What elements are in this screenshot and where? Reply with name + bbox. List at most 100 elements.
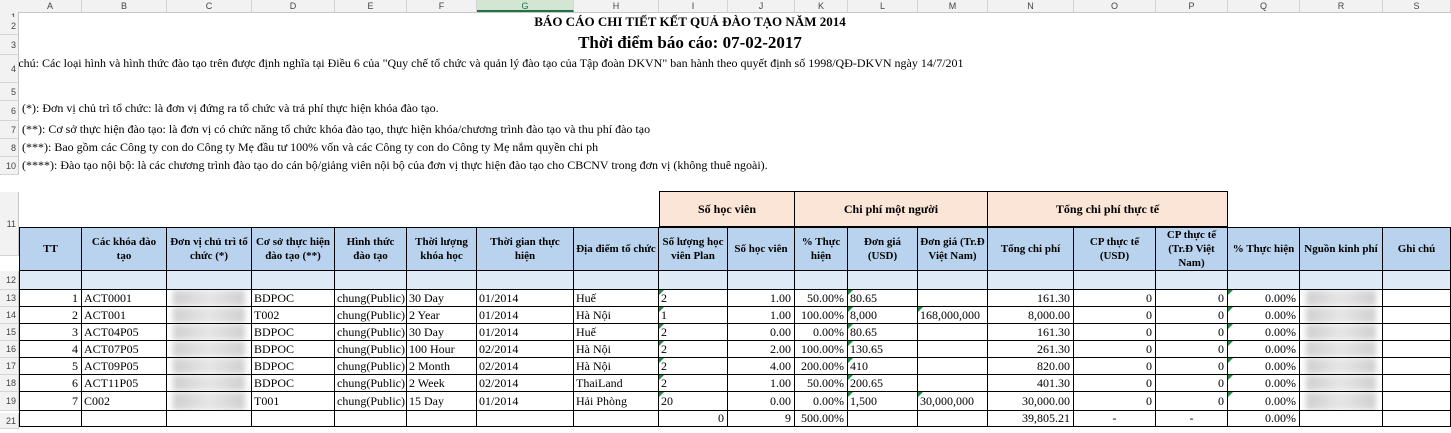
cell-pct: 50.00% [795, 375, 848, 392]
comment-indicator-icon [848, 392, 853, 397]
blank-row-cell [407, 271, 477, 290]
column-header-h[interactable]: H [574, 0, 659, 12]
row-header-18[interactable]: 18 [0, 375, 19, 392]
column-header-j[interactable]: J [728, 0, 795, 12]
column-header-e[interactable]: E [335, 0, 407, 12]
cell-form: chung(Public) [335, 290, 407, 307]
redacted-block [173, 341, 245, 357]
row-header-3[interactable]: 3 [0, 35, 19, 55]
cell-unit-vnd [918, 341, 988, 358]
total-cp-vnd: - [1156, 411, 1228, 427]
cell-form: chung(Public) [335, 392, 407, 411]
cell-cp-usd: 0 [1074, 324, 1156, 341]
cell-course: ACT11P05 [82, 375, 167, 392]
column-header-i[interactable]: I [659, 0, 728, 12]
cell-time: 02/2014 [477, 358, 574, 375]
column-header-c[interactable]: C [167, 0, 252, 12]
blank-row-cell [848, 271, 918, 290]
column-header-p[interactable]: P [1156, 0, 1228, 12]
note-cell [1383, 392, 1451, 411]
host-unit-cell [167, 307, 252, 324]
row-header-14[interactable]: 14 [0, 307, 19, 324]
blank-row-cell [1074, 271, 1156, 290]
cell-form: chung(Public) [335, 324, 407, 341]
comment-indicator-icon [659, 358, 664, 363]
column-header-q[interactable]: Q [1228, 0, 1300, 12]
cell-tt: 4 [19, 341, 82, 358]
cell-pct-total: 0.00% [1228, 375, 1300, 392]
row-header-13[interactable]: 13 [0, 290, 19, 307]
cell-total: 8,000.00 [988, 307, 1074, 324]
cell-tt: 2 [19, 307, 82, 324]
column-header-a[interactable]: A [19, 0, 82, 12]
row-header-8[interactable]: 8 [0, 139, 19, 157]
cell-pct: 0.00% [795, 324, 848, 341]
row-header-2[interactable]: 2 [0, 17, 19, 35]
row-header-6[interactable]: 6 [0, 101, 19, 121]
column-header-s[interactable]: S [1383, 0, 1451, 12]
cell-duration: 100 Hour [407, 341, 477, 358]
group-students: Số học viên [659, 191, 795, 227]
cell-provider: BDPOC [252, 375, 335, 392]
column-header-l[interactable]: L [848, 0, 918, 12]
comment-indicator-icon [848, 290, 853, 295]
blank-row-cell [988, 271, 1074, 290]
column-header-k[interactable]: K [795, 0, 848, 12]
cell-course: ACT001 [82, 307, 167, 324]
row-header-12[interactable]: 12 [0, 271, 19, 290]
column-header-b[interactable]: B [82, 0, 167, 12]
cell-pct: 100.00% [795, 307, 848, 324]
row-header-4[interactable]: 4 [0, 55, 19, 83]
header-course: Các khóa đào tạo [82, 227, 167, 271]
row-header-15[interactable]: 15 [0, 324, 19, 341]
cell-cp-usd: 0 [1074, 290, 1156, 307]
cell-duration: 30 Day [407, 290, 477, 307]
column-header-g[interactable]: G [477, 0, 574, 12]
row-header-11[interactable]: 11 [0, 192, 19, 256]
blank-row-cell [1228, 271, 1300, 290]
total-cp-usd: - [1074, 411, 1156, 427]
row-header-10[interactable]: 10 [0, 157, 19, 175]
blank-row-cell [1156, 271, 1228, 290]
header-cp-vnd: CP thực tế (Tr.Đ Việt Nam) [1156, 227, 1228, 271]
comment-indicator-icon [918, 307, 923, 312]
redacted-block [173, 358, 245, 374]
comment-indicator-icon [848, 307, 853, 312]
blank-row-cell [574, 271, 659, 290]
column-header-d[interactable]: D [252, 0, 335, 12]
cell-duration: 2 Week [407, 375, 477, 392]
blank-row-cell [477, 271, 574, 290]
column-header-f[interactable]: F [407, 0, 477, 12]
cell-provider: BDPOC [252, 358, 335, 375]
row-header-7[interactable]: 7 [0, 121, 19, 139]
column-header-r[interactable]: R [1300, 0, 1383, 12]
comment-indicator-icon [918, 392, 923, 397]
blank-row-cell [1383, 271, 1451, 290]
cell-course: ACT09P05 [82, 358, 167, 375]
row-header-17[interactable]: 17 [0, 358, 19, 375]
cell-time: 02/2014 [477, 375, 574, 392]
total-empty-cell [82, 411, 167, 427]
header-unit-vnd: Đơn giá (Tr.Đ Việt Nam) [918, 227, 988, 271]
row-header-21[interactable]: 21 [0, 413, 19, 429]
cell-total: 30,000.00 [988, 392, 1074, 411]
host-unit-cell [167, 358, 252, 375]
cell-cp-vnd: 0 [1156, 341, 1228, 358]
cell-tt: 7 [19, 392, 82, 411]
redacted-block [1306, 290, 1376, 306]
row-header-16[interactable]: 16 [0, 341, 19, 358]
cell-tt: 3 [19, 324, 82, 341]
cell-location: Hà Nội [574, 307, 659, 324]
column-header-m[interactable]: M [918, 0, 988, 12]
redacted-block [173, 392, 245, 410]
blank-row-cell [335, 271, 407, 290]
cell-unit-vnd [918, 290, 988, 307]
blank-row-cell [795, 271, 848, 290]
cell-provider: BDPOC [252, 324, 335, 341]
row-header-5[interactable]: 5 [0, 83, 19, 101]
redacted-block [1306, 341, 1376, 357]
column-header-o[interactable]: O [1074, 0, 1156, 12]
row-header-19[interactable]: 19 [0, 392, 19, 411]
cell-pct: 100.00% [795, 341, 848, 358]
column-header-n[interactable]: N [988, 0, 1074, 12]
